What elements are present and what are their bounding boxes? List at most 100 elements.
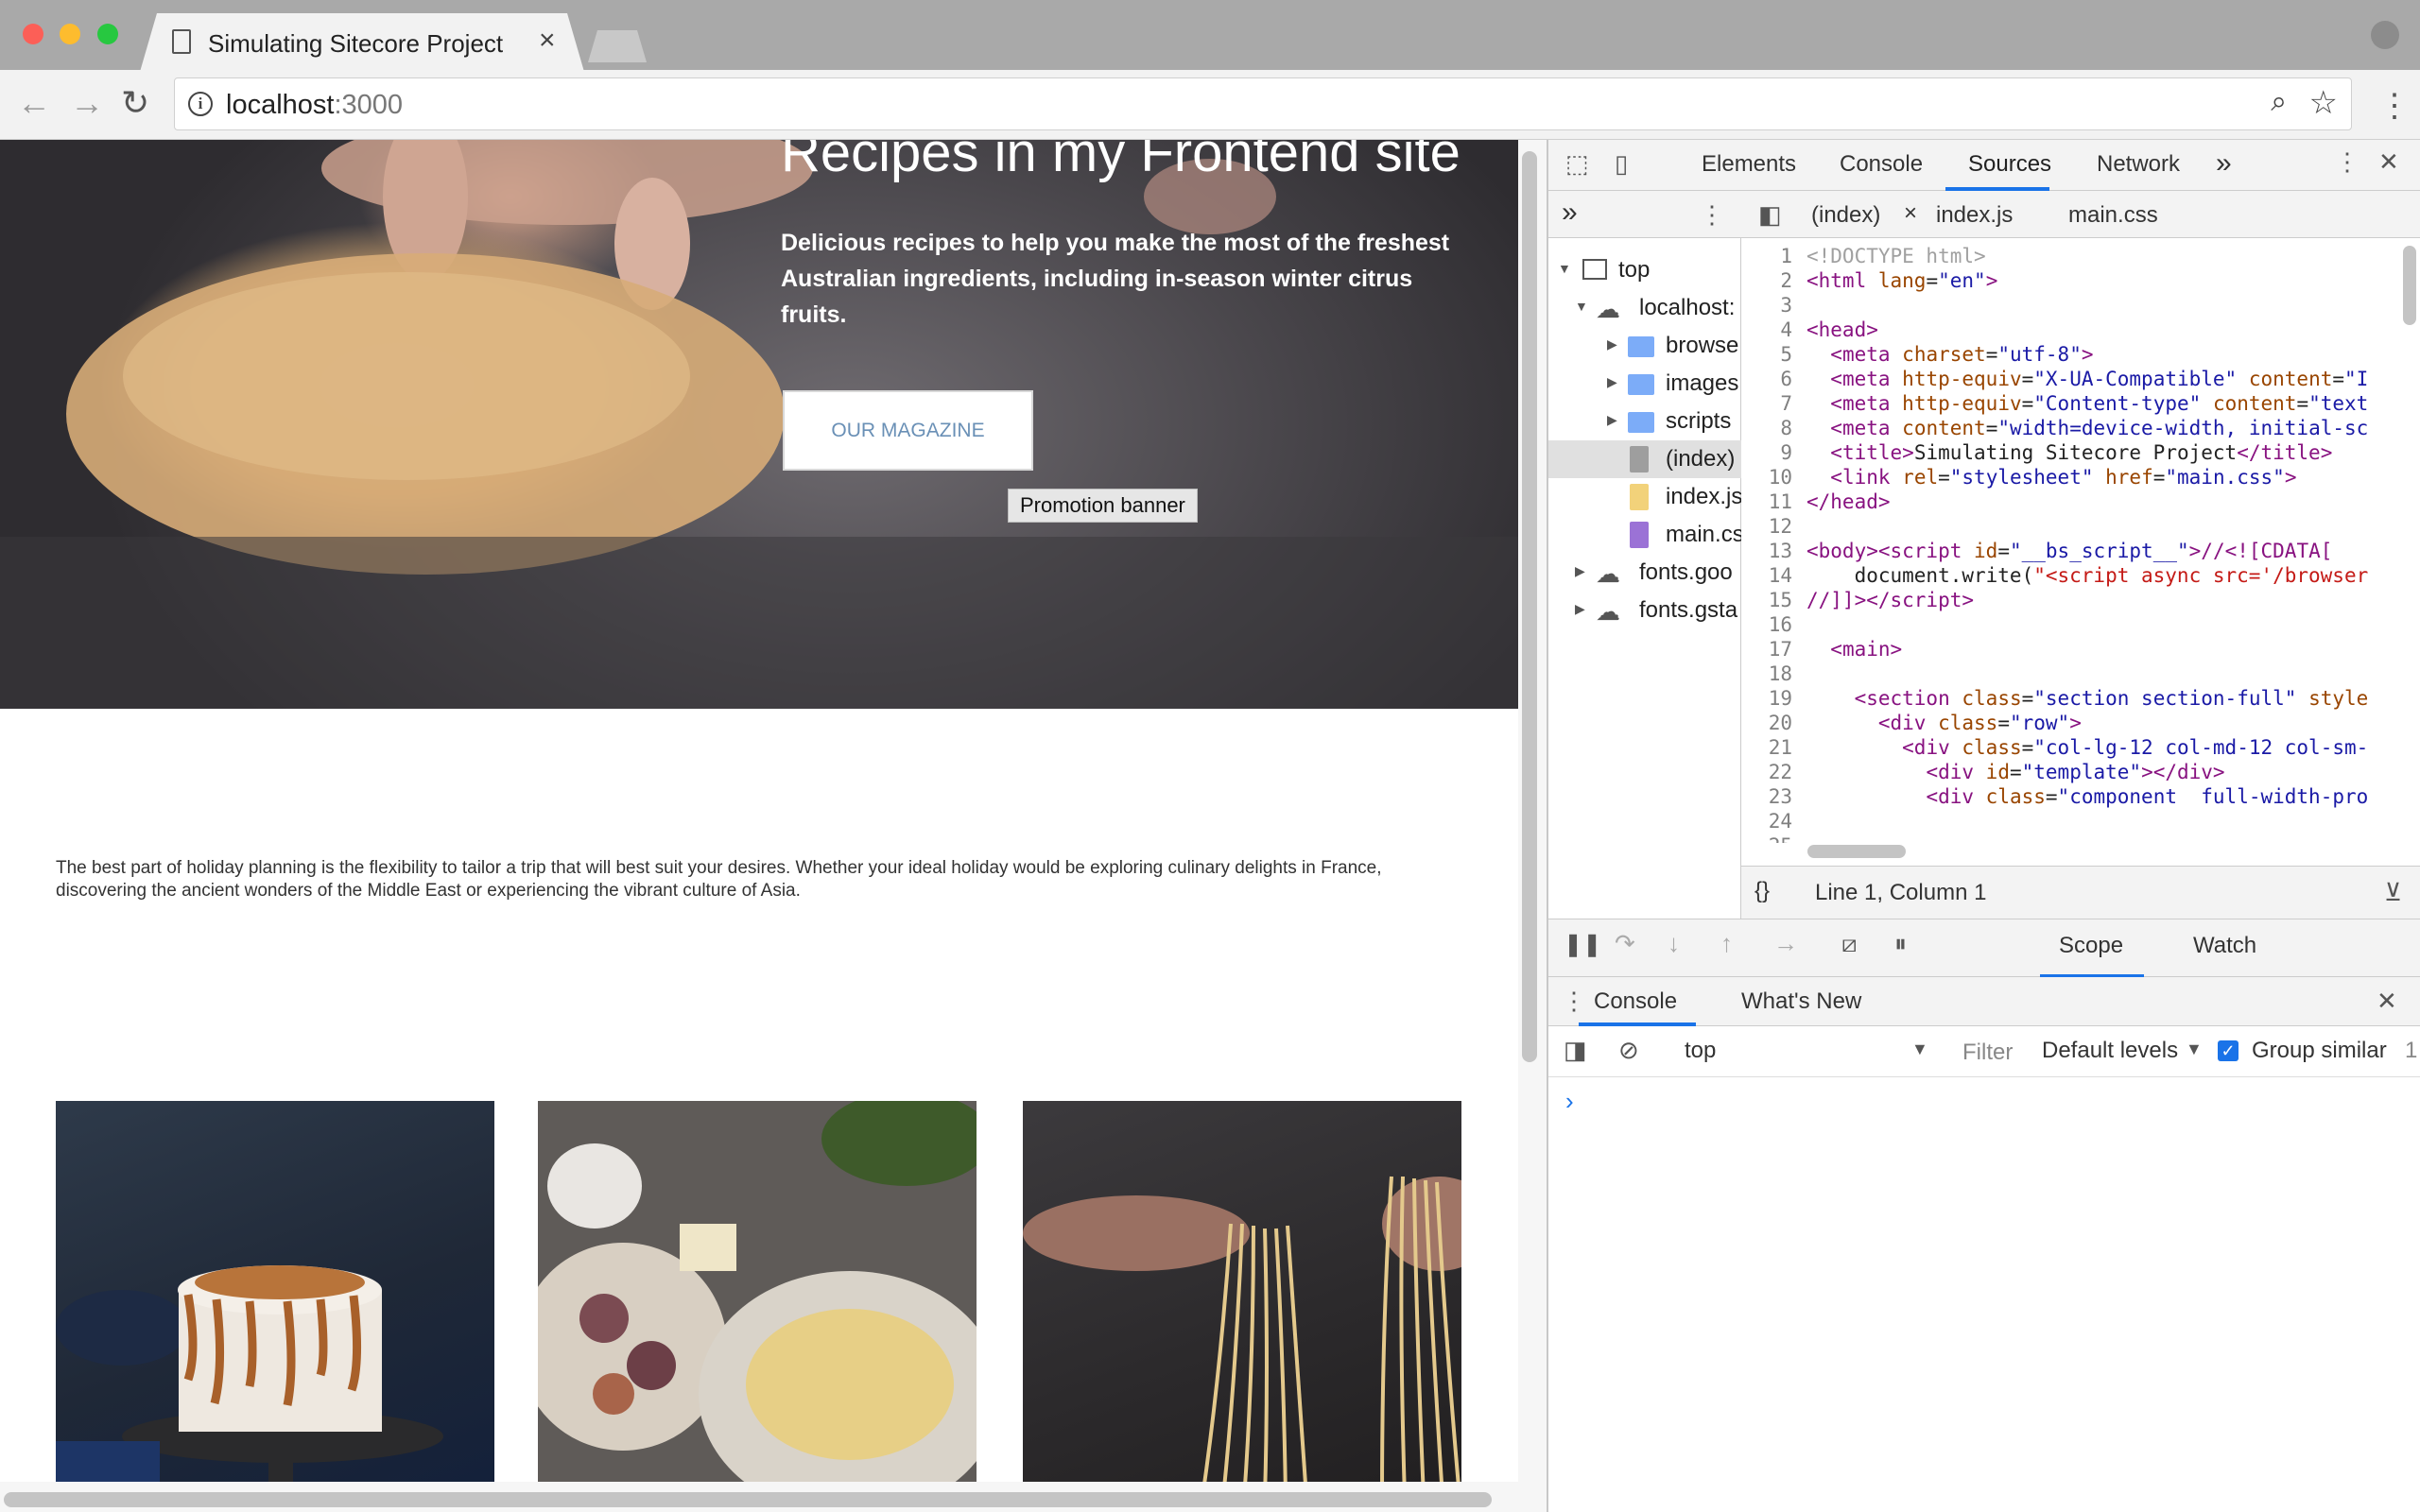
editor-status-bar: {} Line 1, Column 1 ⊻ [1741, 866, 2420, 919]
source-editor: ◧ (index) × index.js main.css 1 2 3 4 5 … [1741, 191, 2420, 919]
tree-item-label: (index) [1666, 446, 1736, 472]
info-icon[interactable]: i [188, 92, 213, 116]
css-file-icon [1630, 522, 1649, 548]
tab-console[interactable]: Console [1840, 151, 1923, 178]
sidebar-toggle-icon[interactable]: ◧ [1758, 200, 1782, 230]
tree-item-label: browse [1666, 333, 1739, 358]
html-file-icon [1630, 446, 1649, 472]
tree-item-index-js[interactable]: index.js [1548, 478, 1741, 516]
profile-icon[interactable] [2371, 21, 2399, 49]
tab-sources[interactable]: Sources [1968, 151, 2051, 178]
cloud-icon: ☁ [1596, 559, 1620, 588]
console-drawer: ⋮ Console What's New ✕ ◨ ⊘ top ▼ Filter … [1548, 977, 2420, 1512]
menu-icon[interactable]: ⋮ [2378, 87, 2411, 125]
group-similar-label: Group similar [2252, 1038, 2387, 1063]
tree-item-images[interactable]: ▶ images [1548, 365, 1741, 403]
chevron-right-icon: ▶ [1575, 563, 1585, 578]
zoom-icon[interactable]: ⌕ [2271, 86, 2287, 118]
code-area[interactable]: 1 2 3 4 5 6 7 8 9 10 11 12 13 14 15 16 1… [1741, 238, 2420, 843]
hero-title: Recipes in my Frontend site [781, 140, 1461, 183]
more-tabs-button[interactable]: » [2216, 147, 2232, 180]
tree-item-label: scripts [1666, 408, 1732, 434]
code-horizontal-scroll-thumb[interactable] [1807, 845, 1906, 858]
drawer-toggle-icon[interactable]: ⊻ [2384, 878, 2402, 907]
editor-tab-index-js[interactable]: index.js [1936, 202, 2013, 229]
star-icon[interactable]: ☆ [2309, 84, 2338, 122]
url-text[interactable]: localhost:3000 [226, 90, 403, 121]
step-over-icon[interactable]: ↷ [1615, 929, 1635, 958]
tree-item-index[interactable]: (index) [1548, 440, 1741, 478]
devtools-menu-icon[interactable]: ⋮ [2335, 147, 2360, 177]
minimize-window-button[interactable] [60, 24, 80, 44]
intro-paragraph: The best part of holiday planning is the… [56, 858, 1382, 901]
filter-input[interactable]: Filter [1962, 1040, 2013, 1066]
pause-icon[interactable]: ❚❚ [1564, 931, 1601, 958]
editor-tab-index[interactable]: (index) [1811, 202, 1880, 229]
console-prompt[interactable]: › [1565, 1087, 1574, 1116]
recipe-card-image[interactable] [538, 1101, 977, 1498]
cloud-icon: ☁ [1596, 295, 1620, 323]
recipe-card-image[interactable] [1023, 1101, 1461, 1498]
tab-scope[interactable]: Scope [2059, 933, 2123, 959]
page-vertical-scroll-thumb[interactable] [1522, 151, 1537, 1062]
hero-subtitle: Delicious recipes to help you make the m… [781, 230, 1450, 328]
device-icon[interactable]: ▯ [1615, 149, 1628, 179]
context-select[interactable]: top [1685, 1038, 1716, 1064]
back-icon[interactable]: ← [17, 83, 51, 123]
editor-tab-close-button[interactable]: × [1904, 200, 1917, 227]
folder-icon [1628, 374, 1654, 395]
sidebar-toggle-icon[interactable]: ◨ [1564, 1036, 1587, 1065]
code-vertical-scroll-thumb[interactable] [2403, 246, 2416, 325]
checkbox-icon[interactable]: ✓ [2218, 1040, 2238, 1061]
tree-item-label: localhost: [1639, 295, 1736, 320]
step-out-icon[interactable]: ↑ [1720, 929, 1733, 958]
address-bar[interactable]: i localhost:3000 ⌕ ☆ [174, 77, 2352, 130]
navigator-menu-icon[interactable]: ⋮ [1700, 200, 1724, 230]
tab-close-button[interactable]: × [539, 25, 556, 57]
close-icon[interactable]: ✕ [2377, 987, 2397, 1016]
tree-item-scripts[interactable]: ▶ scripts [1548, 403, 1741, 440]
step-icon[interactable]: → [1773, 929, 1798, 958]
editor-tab-main-css[interactable]: main.css [2068, 202, 2158, 229]
drawer-menu-icon[interactable]: ⋮ [1562, 987, 1586, 1016]
tree-item-label: images [1666, 370, 1739, 396]
tree-item-fonts-gstatic[interactable]: ▶ ☁ fonts.gsta [1548, 592, 1741, 629]
tab-network[interactable]: Network [2097, 151, 2180, 178]
close-icon[interactable]: ✕ [2378, 147, 2399, 177]
new-tab-button[interactable] [588, 30, 647, 62]
inspect-icon[interactable]: ⬚ [1565, 149, 1589, 179]
step-into-icon[interactable]: ↓ [1668, 929, 1680, 958]
forward-icon[interactable]: → [70, 83, 104, 123]
pasta-image [1023, 1176, 1461, 1498]
maximize-window-button[interactable] [97, 24, 118, 44]
folder-icon [1628, 336, 1654, 357]
log-levels-select[interactable]: Default levels [2042, 1038, 2178, 1064]
close-window-button[interactable] [23, 24, 43, 44]
js-file-icon [1630, 484, 1649, 510]
tree-item-localhost[interactable]: ▼ ☁ localhost: [1548, 289, 1741, 327]
console-toolbar: ◨ ⊘ top ▼ Filter Default levels ▼ ✓ Grou… [1548, 1026, 2420, 1077]
tab-watch[interactable]: Watch [2193, 933, 2256, 959]
tree-item-label: main.css [1666, 522, 1741, 547]
tree-item-fonts-googleapis[interactable]: ▶ ☁ fonts.goo [1548, 554, 1741, 592]
clear-console-icon[interactable]: ⊘ [1618, 1036, 1639, 1065]
browser-tab[interactable]: Simulating Sitecore Project × [140, 13, 584, 72]
pause-on-exceptions-icon[interactable]: ⏸ [1894, 929, 1907, 959]
folder-icon [1628, 412, 1654, 433]
cloud-icon: ☁ [1596, 597, 1620, 626]
recipe-card-image[interactable] [56, 1101, 494, 1498]
deactivate-breakpoints-icon[interactable]: ⧄ [1841, 929, 1858, 959]
tree-item-main-css[interactable]: main.css [1548, 516, 1741, 554]
pretty-print-button[interactable]: {} [1754, 878, 1770, 904]
tree-item-top[interactable]: ▼ top [1548, 251, 1741, 289]
tab-console-drawer[interactable]: Console [1594, 988, 1677, 1015]
chevron-down-icon: ▼ [1911, 1040, 1928, 1058]
tree-item-browse[interactable]: ▶ browse [1548, 327, 1741, 365]
reload-icon[interactable]: ↻ [121, 83, 149, 123]
tab-elements[interactable]: Elements [1702, 151, 1796, 178]
page-horizontal-scroll-thumb[interactable] [4, 1492, 1492, 1507]
our-magazine-button[interactable]: OUR MAGAZINE [783, 390, 1033, 471]
tab-whats-new[interactable]: What's New [1741, 988, 1861, 1015]
navigator-expand-button[interactable]: » [1562, 197, 1578, 229]
chevron-down-icon: ▼ [1575, 299, 1588, 314]
